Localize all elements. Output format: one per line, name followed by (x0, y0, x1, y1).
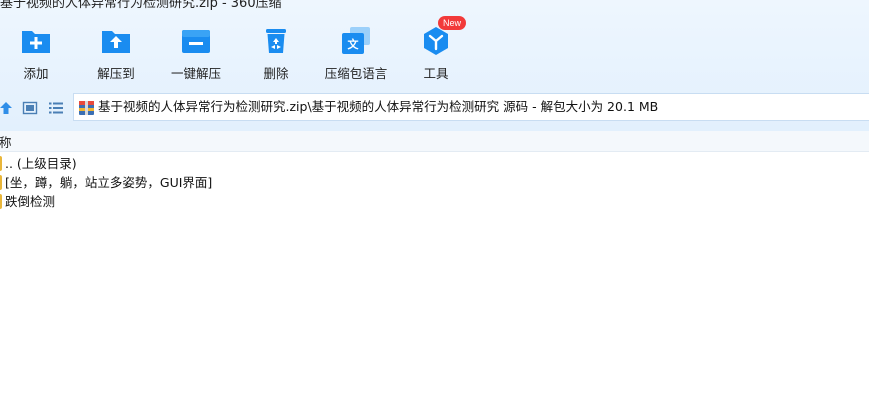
list-item-parent-directory[interactable]: .. (上级目录) (0, 154, 869, 173)
svg-text:文: 文 (348, 37, 360, 51)
folder-icon (0, 175, 2, 190)
thumbnail-view-icon[interactable] (22, 100, 38, 116)
archive-path: 基于视频的人体异常行为检测研究.zip\基于视频的人体异常行为检测研究 源码 -… (98, 99, 659, 114)
zip-archive-icon (79, 101, 94, 115)
delete-label: 删除 (263, 66, 289, 81)
one-click-extract-label: 一键解压 (170, 66, 221, 81)
language-icon: 文 (342, 27, 370, 54)
add-label: 添加 (23, 66, 49, 81)
archive-language-button[interactable]: 文 压缩包语言 (316, 22, 396, 84)
list-item[interactable]: 跌倒检测 (0, 192, 869, 211)
recycle-bin-icon (266, 29, 286, 53)
file-list-header: 称 (0, 131, 869, 152)
toolbar: 添加 解压到 一键解压 删除 文 压缩包语言 工具 New (0, 16, 869, 84)
add-button[interactable]: 添加 (0, 22, 76, 84)
navigation-bar: 基于视频的人体异常行为检测研究.zip\基于视频的人体异常行为检测研究 源码 -… (0, 92, 869, 124)
list-item-label: .. (上级目录) (5, 156, 77, 171)
up-arrow-icon[interactable] (0, 100, 14, 116)
top-panel: 基于视频的人体异常行为检测研究.zip - 360压缩 添加 解压到 一键解压 … (0, 0, 869, 131)
folder-icon (0, 194, 2, 209)
address-bar[interactable]: 基于视频的人体异常行为检测研究.zip\基于视频的人体异常行为检测研究 源码 -… (73, 93, 869, 121)
delete-button[interactable]: 删除 (236, 22, 316, 84)
folder-icon (0, 156, 2, 171)
extract-to-label: 解压到 (97, 66, 135, 81)
new-badge: New (438, 16, 467, 30)
extract-folder-icon (102, 31, 130, 53)
window-title: 基于视频的人体异常行为检测研究.zip - 360压缩 (0, 0, 282, 11)
tools-button[interactable]: 工具 (396, 22, 476, 84)
one-click-extract-icon (182, 30, 210, 53)
list-item-label: 跌倒检测 (5, 194, 56, 209)
list-item-label: [坐，蹲，躺，站立多姿势，GUI界面] (5, 175, 213, 190)
extract-to-button[interactable]: 解压到 (76, 22, 156, 84)
one-click-extract-button[interactable]: 一键解压 (156, 22, 236, 84)
add-folder-icon (22, 31, 50, 53)
list-item[interactable]: [坐，蹲，躺，站立多姿势，GUI界面] (0, 173, 869, 192)
tools-label: 工具 (423, 66, 449, 81)
archive-language-label: 压缩包语言 (324, 66, 388, 81)
column-header-name[interactable]: 称 (0, 132, 12, 151)
file-list: .. (上级目录) [坐，蹲，躺，站立多姿势，GUI界面] 跌倒检测 (0, 154, 869, 211)
list-view-icon[interactable] (48, 100, 64, 116)
